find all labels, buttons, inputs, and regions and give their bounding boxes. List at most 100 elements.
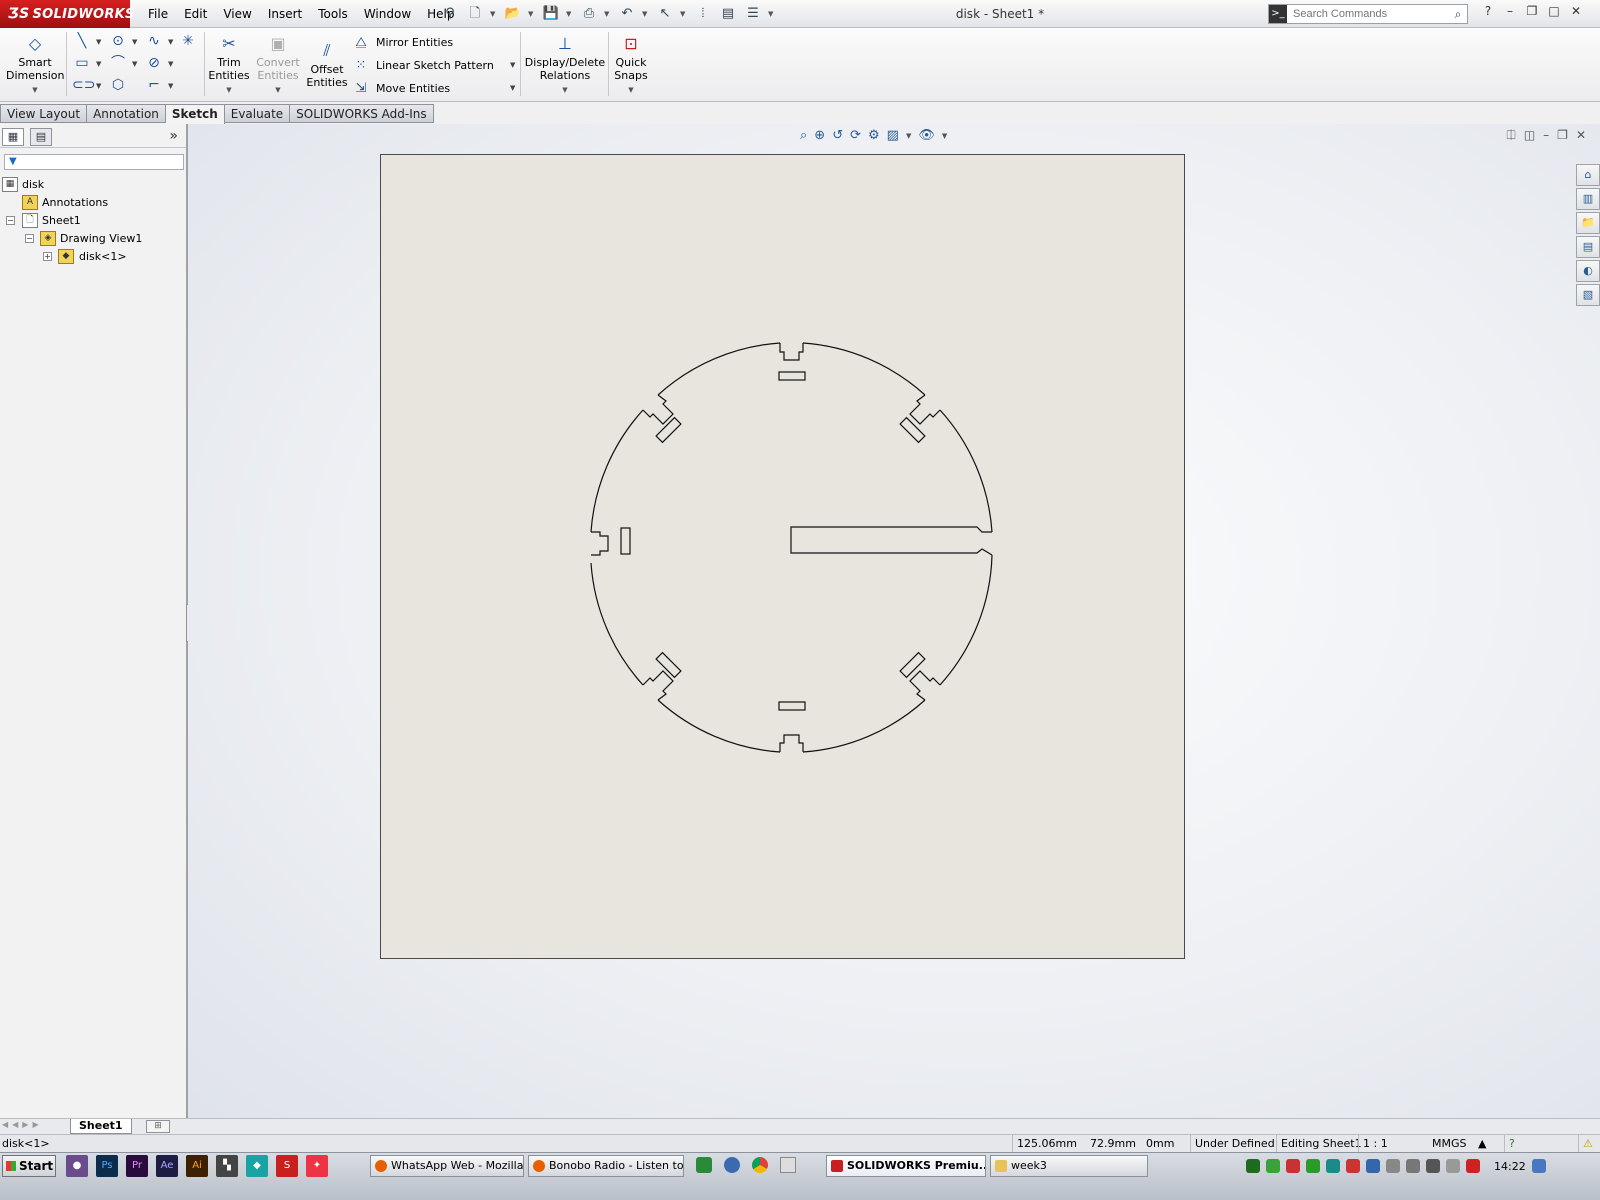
tray-icon[interactable] <box>1246 1159 1260 1173</box>
app-shortcut-icon[interactable]: ✦ <box>306 1155 328 1177</box>
file-explorer-icon[interactable]: 📁 <box>1576 212 1600 234</box>
feature-tree-tab-icon[interactable]: ▦ <box>2 128 24 146</box>
split-vertical-icon[interactable]: ◫ <box>1524 128 1535 143</box>
start-button[interactable]: Start <box>2 1155 56 1177</box>
close-icon[interactable]: ✕ <box>1568 4 1584 18</box>
tray-icon[interactable] <box>1466 1159 1480 1173</box>
status-units[interactable]: MMGS <box>1428 1135 1471 1152</box>
open-dropdown-icon[interactable]: ▼ <box>528 4 536 24</box>
tree-item-drawing-view1[interactable]: − ◈ Drawing View1 <box>0 230 186 248</box>
line-dropdown-icon[interactable]: ▼ <box>96 38 101 46</box>
sheet-tab-sheet1[interactable]: Sheet1 <box>70 1119 132 1134</box>
collapse-icon[interactable]: − <box>6 216 15 225</box>
hide-show-dropdown-icon[interactable]: ▼ <box>942 128 947 144</box>
move-entities-button[interactable]: ⇲ Move Entities ▼ <box>352 78 516 98</box>
convert-entities-button[interactable]: ▣ Convert Entities ▼ <box>254 34 302 97</box>
solidworks-shortcut-icon[interactable]: S <box>276 1155 298 1177</box>
app-shortcut-icon[interactable]: ◆ <box>246 1155 268 1177</box>
menu-edit[interactable]: Edit <box>176 0 215 28</box>
smart-dimension-dropdown-icon[interactable]: ▼ <box>6 84 64 97</box>
taskbar-window-solidworks[interactable]: SOLIDWORKS Premiu... <box>826 1155 986 1177</box>
split-view-icon[interactable]: ⎅ <box>1506 128 1516 143</box>
solidworks-logo[interactable]: ƷS SOLIDWORKS <box>0 0 134 28</box>
taskbar-window-whatsapp[interactable]: WhatsApp Web - Mozilla ... <box>370 1155 524 1177</box>
undo-dropdown-icon[interactable]: ▼ <box>642 4 650 24</box>
tray-icon[interactable] <box>1426 1159 1440 1173</box>
tray-icon[interactable] <box>1306 1159 1320 1173</box>
select-pointer-icon[interactable]: ↖ <box>655 4 675 24</box>
point-icon[interactable]: ✳ <box>178 32 198 50</box>
rotate-view-icon[interactable]: ⟳ <box>850 128 861 144</box>
options-icon[interactable]: ☰ <box>743 4 763 24</box>
doc-minimize-icon[interactable]: – <box>1543 128 1549 143</box>
polygon-icon[interactable]: ⬡ <box>108 76 128 94</box>
convert-dropdown-icon[interactable]: ▼ <box>254 84 302 97</box>
arc-dropdown-icon[interactable]: ▼ <box>132 60 137 68</box>
app-shortcut-icon[interactable]: ▚ <box>216 1155 238 1177</box>
snaps-dropdown-icon[interactable]: ▼ <box>612 84 650 97</box>
line-icon[interactable]: ╲ <box>72 32 92 50</box>
tree-item-annotations[interactable]: A Annotations <box>0 194 186 212</box>
relations-dropdown-icon[interactable]: ▼ <box>524 84 606 97</box>
new-dropdown-icon[interactable]: ▼ <box>490 4 498 24</box>
chamfer-dropdown-icon[interactable]: ▼ <box>168 82 173 90</box>
previous-view-icon[interactable]: ↺ <box>832 128 843 144</box>
select-dropdown-icon[interactable]: ▼ <box>680 4 688 24</box>
custom-properties-icon[interactable]: ▧ <box>1576 284 1600 306</box>
chrome-icon[interactable] <box>752 1157 768 1173</box>
slot-dropdown-icon[interactable]: ▼ <box>96 82 101 90</box>
display-style-icon[interactable]: ▨ <box>887 128 899 144</box>
menu-tools[interactable]: Tools <box>310 0 356 28</box>
expand-panel-icon[interactable]: » <box>169 128 178 144</box>
view-settings-icon[interactable]: ⚙ <box>868 128 880 144</box>
pin-icon[interactable]: ⚲ <box>440 4 460 24</box>
tray-icon[interactable] <box>1346 1159 1360 1173</box>
tray-icon[interactable] <box>1286 1159 1300 1173</box>
circle-icon[interactable]: ⊙ <box>108 32 128 50</box>
sheet-nav-arrows-icon[interactable]: ◀◀▶▶ <box>2 1120 43 1129</box>
slot-icon[interactable]: ⊂⊃ <box>72 76 95 94</box>
file-properties-icon[interactable]: ▤ <box>718 4 738 24</box>
menu-window[interactable]: Window <box>356 0 419 28</box>
move-dropdown-icon[interactable]: ▼ <box>510 84 515 92</box>
chamfer-icon[interactable]: ⌐ <box>144 76 164 94</box>
doc-close-icon[interactable]: ✕ <box>1576 128 1586 143</box>
new-document-icon[interactable]: 🗋 <box>465 4 485 24</box>
spline-icon[interactable]: ∿ <box>144 32 164 50</box>
zoom-to-fit-icon[interactable]: ⌕ <box>800 128 807 144</box>
app-shortcut-icon[interactable] <box>780 1157 796 1173</box>
rectangle-icon[interactable]: ▭ <box>72 54 92 72</box>
appearances-icon[interactable]: ◐ <box>1576 260 1600 282</box>
app-shortcut-icon[interactable] <box>724 1157 740 1173</box>
menu-insert[interactable]: Insert <box>260 0 310 28</box>
undo-icon[interactable]: ↶ <box>617 4 637 24</box>
save-icon[interactable]: 💾 <box>541 4 561 24</box>
graphics-area[interactable]: ⌕ ⊕ ↺ ⟳ ⚙ ▨ ▼ 👁 ▼ ⎅ ◫ – ❐ ✕ ⌂ ▥ 📁 ▤ ◐ ▧ <box>188 124 1600 1118</box>
tree-item-disk[interactable]: ▦ disk <box>0 176 186 194</box>
linear-sketch-pattern-button[interactable]: ⁙ Linear Sketch Pattern ▼ <box>352 55 516 75</box>
solidworks-resources-icon[interactable]: ⌂ <box>1576 164 1600 186</box>
expand-icon[interactable]: + <box>43 252 52 261</box>
clock[interactable]: 14:22 <box>1494 1160 1526 1173</box>
maximize-icon[interactable]: □ <box>1546 4 1562 18</box>
fillet-dropdown-icon[interactable]: ▼ <box>168 60 173 68</box>
hide-show-items-icon[interactable]: 👁 <box>918 128 935 144</box>
trim-dropdown-icon[interactable]: ▼ <box>206 84 252 97</box>
collapse-icon[interactable]: − <box>25 234 34 243</box>
status-scale[interactable]: 1 : 1 <box>1358 1135 1392 1152</box>
status-help-icon[interactable]: ? <box>1504 1135 1519 1152</box>
tab-annotation[interactable]: Annotation <box>87 104 166 123</box>
tree-item-disk-1[interactable]: + ◆ disk<1> <box>0 248 186 266</box>
tab-sketch[interactable]: Sketch <box>165 104 225 125</box>
units-dropdown-icon[interactable]: ▲ <box>1474 1135 1490 1152</box>
property-manager-tab-icon[interactable]: ▤ <box>30 128 52 146</box>
show-desktop-icon[interactable] <box>1531 1159 1546 1173</box>
status-rebuild-icon[interactable]: ⚠ <box>1578 1135 1597 1152</box>
tab-evaluate[interactable]: Evaluate <box>224 104 291 123</box>
search-icon[interactable]: ⌕ <box>1449 7 1467 22</box>
tray-icon[interactable] <box>1326 1159 1340 1173</box>
tray-icon[interactable] <box>1446 1159 1460 1173</box>
spline-dropdown-icon[interactable]: ▼ <box>168 38 173 46</box>
arc-icon[interactable]: ⌒ <box>108 54 128 72</box>
offset-entities-button[interactable]: ⫽ Offset Entities <box>304 41 350 89</box>
